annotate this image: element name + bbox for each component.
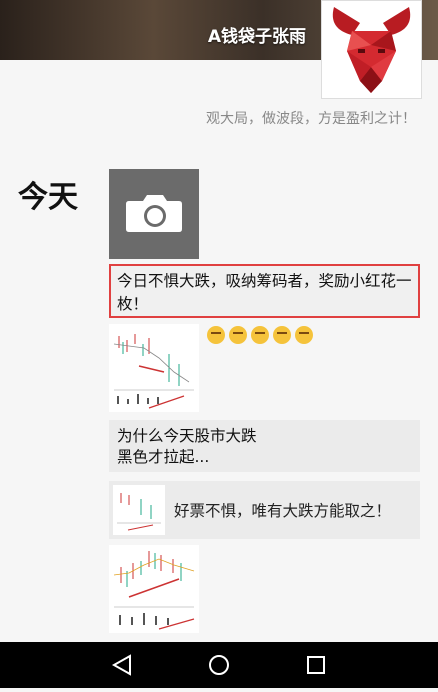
emoji-row	[207, 326, 317, 348]
day-label: 今天	[18, 180, 78, 215]
post-image-chart-1[interactable]	[109, 324, 199, 412]
link-title-line2: 黑色才拉起...	[117, 448, 210, 466]
bull-skull-logo-icon	[332, 7, 411, 93]
profile-signature: 观大局，做波段，方是盈利之计！	[206, 111, 416, 127]
post-image-chart-2[interactable]	[109, 545, 199, 633]
thinking-emoji-icon	[295, 326, 313, 344]
home-icon[interactable]	[209, 655, 229, 675]
shared-link-post[interactable]: 为什么今天股市大跌 黑色才拉起...	[109, 420, 420, 472]
thinking-emoji-icon	[229, 326, 247, 344]
thinking-emoji-icon	[207, 326, 225, 344]
system-navigation-bar	[0, 642, 438, 688]
link-title-line1: 为什么今天股市大跌	[117, 427, 257, 445]
avatar[interactable]	[321, 0, 422, 99]
profile-name: A钱袋子张雨	[207, 27, 306, 47]
stock-chart-thumbnail	[113, 485, 165, 535]
recent-apps-icon[interactable]	[307, 656, 325, 674]
camera-icon	[126, 195, 182, 232]
nav-icons	[111, 654, 325, 676]
thinking-emoji-icon	[251, 326, 269, 344]
post-text-highlighted[interactable]: 今日不惧大跌，吸纳筹码者，奖励小红花一枚！	[109, 264, 420, 318]
camera-post-button[interactable]	[109, 169, 199, 259]
thinking-emoji-icon	[273, 326, 291, 344]
stock-chart-thumbnail	[109, 324, 199, 412]
post-text: 今日不惧大跌，吸纳筹码者，奖励小红花一枚！	[117, 272, 412, 313]
stock-chart-thumbnail	[109, 545, 199, 633]
shared-link-post-2[interactable]: 好票不惧，唯有大跌方能取之！	[109, 481, 420, 539]
back-icon[interactable]	[111, 654, 131, 676]
link-thumbnail	[113, 485, 165, 535]
link-title: 好票不惧，唯有大跌方能取之！	[174, 502, 392, 520]
